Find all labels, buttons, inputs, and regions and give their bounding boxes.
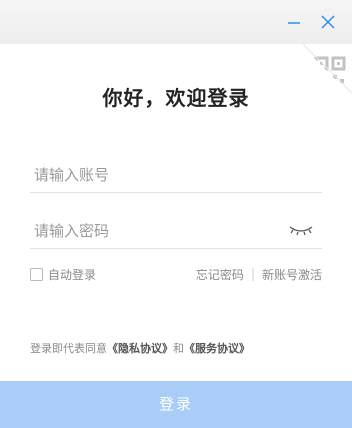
password-field [30, 214, 322, 249]
close-icon [321, 15, 335, 29]
password-input[interactable] [34, 214, 284, 248]
auto-login-option[interactable]: 自动登录 [30, 266, 96, 282]
agreement-prefix: 登录即代表同意 [30, 342, 107, 355]
service-agreement-link[interactable]: 《服务协议》 [184, 342, 250, 355]
agreement-conjunction: 和 [173, 342, 184, 355]
account-input[interactable] [34, 158, 284, 192]
minimize-button[interactable] [283, 11, 305, 33]
account-field [30, 158, 322, 193]
link-separator: | [250, 267, 255, 281]
login-button[interactable]: 登录 [0, 381, 352, 428]
activate-account-link[interactable]: 新账号激活 [262, 266, 322, 283]
minimize-icon [288, 22, 300, 24]
privacy-agreement-link[interactable]: 《隐私协议》 [107, 342, 173, 355]
eye-closed-icon[interactable] [288, 224, 314, 238]
login-window: 你好，欢迎登录 自动登录 忘记密码 | 新账号激活 登录即代表同意《隐私协议》和… [0, 0, 352, 428]
page-title: 你好，欢迎登录 [102, 86, 250, 110]
forgot-password-link[interactable]: 忘记密码 [196, 266, 244, 283]
close-button[interactable] [317, 11, 339, 33]
title-bar [0, 0, 352, 44]
auto-login-label: 自动登录 [48, 267, 97, 282]
auto-login-checkbox[interactable] [30, 267, 43, 281]
account-links: 忘记密码 | 新账号激活 [196, 266, 322, 282]
agreement-text: 登录即代表同意《隐私协议》和《服务协议》 [30, 340, 250, 356]
